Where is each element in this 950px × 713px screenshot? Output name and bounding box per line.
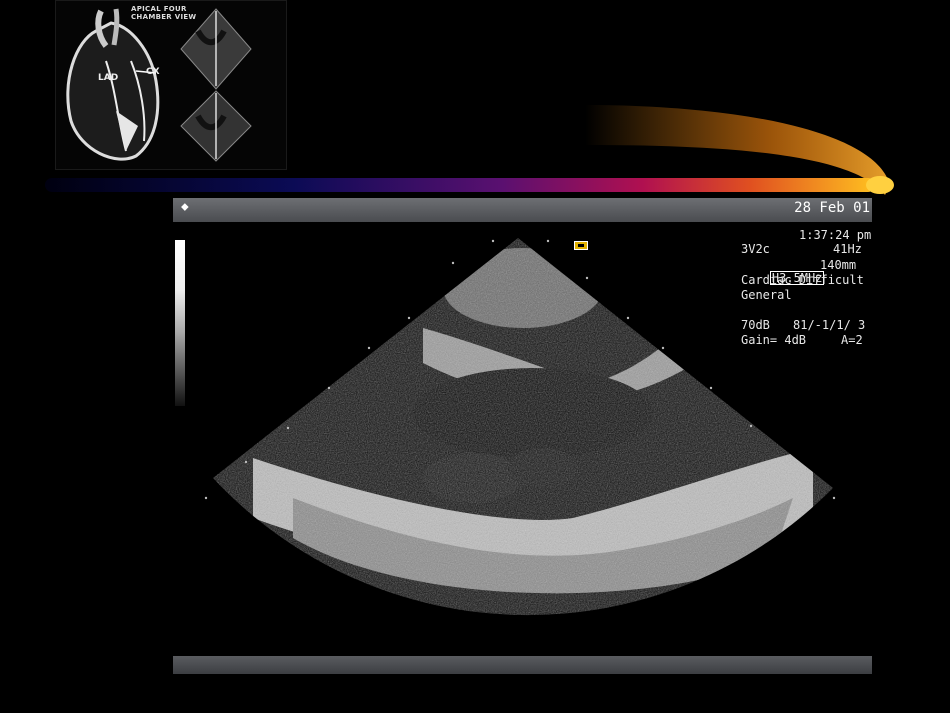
- depth-readout: 140mm: [820, 258, 857, 272]
- preset-readout: Cardiac Difficult: [741, 273, 864, 287]
- dynamic-range: 70dB: [741, 318, 770, 332]
- gain-readout: Gain= 4dB: [741, 333, 807, 347]
- inset-label-cx: CX: [146, 67, 160, 77]
- color-gradient-bar: [45, 176, 894, 194]
- heart-diagram-icon: [66, 8, 252, 162]
- scan-time: 1:37:24 pm: [799, 228, 872, 242]
- settings-readout: 81/-1/1/ 3: [793, 318, 866, 332]
- mode-readout: General: [741, 288, 792, 302]
- probe-name: 3V2c: [741, 242, 770, 256]
- frame-rate: 41Hz: [833, 242, 862, 256]
- focus-marker-icon: [574, 241, 588, 250]
- inset-label-lad: LAD: [98, 73, 119, 83]
- apical-four-chamber-inset: APICAL FOUR CHAMBER VIEW LAD CX: [55, 0, 287, 170]
- averaging-readout: A=2: [841, 333, 863, 347]
- ultrasound-image: ⬥ 28 Feb 01 1:37:24 pm 3V2c 41Hz H3.5MHz…: [173, 198, 872, 674]
- inset-title: APICAL FOUR CHAMBER VIEW: [131, 5, 197, 21]
- scan-footer-bar: [173, 656, 872, 674]
